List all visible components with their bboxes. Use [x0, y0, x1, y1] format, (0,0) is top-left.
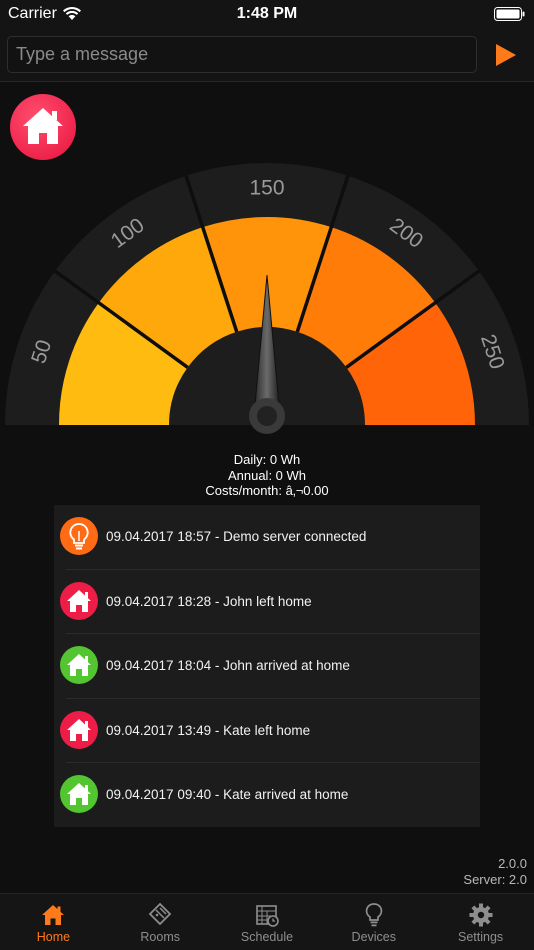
- tab-label: Devices: [351, 930, 397, 944]
- tab-rooms[interactable]: Rooms: [107, 894, 214, 950]
- send-icon: [496, 44, 516, 66]
- home-icon: [67, 654, 91, 676]
- message-input[interactable]: [7, 36, 477, 73]
- schedule-icon: [256, 905, 279, 927]
- event-icon-badge: [60, 581, 98, 620]
- event-item[interactable]: 09.04.2017 18:04 - John arrived at home: [54, 634, 480, 699]
- tab-schedule[interactable]: Schedule: [214, 894, 321, 950]
- battery-icon: [494, 7, 525, 21]
- home-icon: [67, 783, 91, 805]
- bulb-icon: [69, 523, 89, 550]
- energy-readouts: Daily: 0 Wh Annual: 0 Wh Costs/month: â‚…: [0, 452, 534, 499]
- tab-devices[interactable]: Devices: [320, 894, 427, 950]
- home-icon: [67, 589, 91, 612]
- message-bar: [0, 28, 534, 82]
- power-gauge: 50100150200250: [5, 163, 529, 434]
- tab-label: Settings: [458, 930, 504, 944]
- tab-bar: Home Rooms Schedule Devices Settings: [0, 893, 534, 950]
- send-button[interactable]: [490, 40, 522, 70]
- event-text: 09.04.2017 18:57 - Demo server connected: [106, 529, 367, 544]
- event-text: 09.04.2017 18:04 - John arrived at home: [106, 658, 350, 673]
- tab-home[interactable]: Home: [0, 894, 107, 950]
- gear-icon: [469, 903, 493, 927]
- event-icon-badge: [60, 517, 98, 555]
- gauge-needle-hub-center: [257, 406, 277, 426]
- event-icon-badge: [60, 775, 98, 813]
- event-icon-badge: [60, 710, 98, 749]
- event-item[interactable]: 09.04.2017 18:57 - Demo server connected: [54, 505, 480, 570]
- tab-settings[interactable]: Settings: [427, 894, 534, 950]
- daily-readout: Daily: 0 Wh: [233, 452, 301, 467]
- event-item[interactable]: 09.04.2017 13:49 - Kate left home: [54, 699, 480, 763]
- home-icon: [42, 905, 65, 925]
- app-version: 2.0.0: [498, 856, 527, 871]
- event-log: 09.04.2017 18:57 - Demo server connected…: [54, 505, 480, 827]
- costs-readout: Costs/month: â‚¬0.00: [205, 483, 329, 498]
- tab-label: Schedule: [240, 930, 294, 944]
- clock: 1:48 PM: [236, 5, 298, 22]
- event-item[interactable]: 09.04.2017 18:28 - John left home: [54, 570, 480, 634]
- home-icon: [67, 718, 91, 741]
- rooms-icon: [148, 902, 172, 926]
- tab-label: Rooms: [140, 930, 180, 944]
- server-version: Server: 2.0: [463, 871, 527, 887]
- status-bar: Carrier 1:48 PM: [0, 0, 534, 28]
- event-text: 09.04.2017 18:28 - John left home: [106, 593, 312, 609]
- bulb-icon: [365, 903, 382, 927]
- event-text: 09.04.2017 13:49 - Kate left home: [106, 722, 311, 738]
- event-item[interactable]: 09.04.2017 09:40 - Kate arrived at home: [54, 763, 480, 828]
- event-text: 09.04.2017 09:40 - Kate arrived at home: [106, 787, 349, 802]
- version-info: 2.0.0 Server: 2.0: [463, 856, 527, 887]
- event-icon-badge: [60, 646, 98, 684]
- annual-readout: Annual: 0 Wh: [227, 467, 307, 483]
- gauge-scale-label: 150: [249, 177, 284, 200]
- tab-label: Home: [36, 930, 71, 944]
